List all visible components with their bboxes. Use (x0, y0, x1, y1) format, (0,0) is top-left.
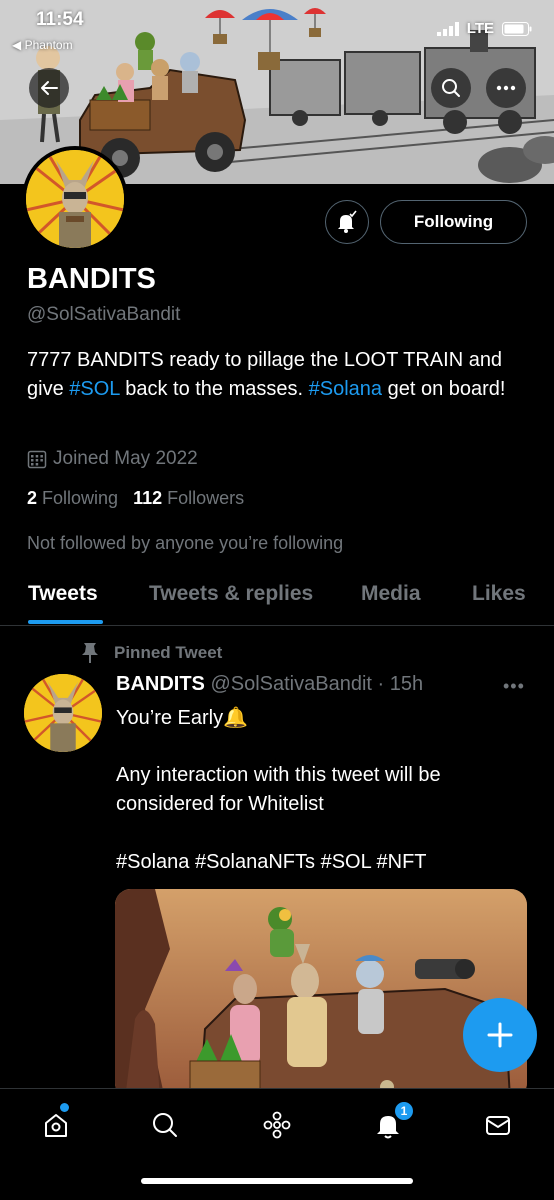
tweet-author-name[interactable]: BANDITS (116, 673, 205, 695)
status-time: 11:54 (36, 9, 84, 30)
calendar-icon (27, 450, 47, 469)
search-profile-button[interactable] (431, 68, 471, 108)
spaces-icon (263, 1111, 291, 1139)
profile-name: BANDITS (27, 263, 156, 295)
joined-date: Joined May 2022 (27, 448, 198, 470)
profile-handle: @SolSativaBandit (27, 304, 181, 325)
pinned-text: Pinned Tweet (114, 643, 223, 662)
profile-bio: 7777 BANDITS ready to pillage the LOOT T… (27, 346, 527, 404)
notification-count-badge: 1 (393, 1100, 415, 1122)
tab-tweets-and-replies[interactable]: Tweets & replies (149, 582, 313, 606)
back-button[interactable] (29, 68, 69, 108)
home-unread-dot (60, 1103, 69, 1112)
tweet-header: BANDITS @SolSativaBandit · 15h (116, 673, 423, 696)
bio-text: get on board! (382, 378, 506, 400)
following-label: Following (42, 488, 119, 508)
nav-spaces[interactable] (257, 1105, 297, 1145)
back-to-app-link[interactable]: ◀ Phantom (12, 38, 73, 52)
arrow-left-icon (41, 81, 58, 95)
tab-tweets[interactable]: Tweets (28, 582, 98, 606)
following-count: 2 (27, 488, 38, 508)
profile-tabs: Tweets Tweets & replies Media Likes (0, 570, 554, 626)
tab-media[interactable]: Media (361, 582, 421, 606)
compose-tweet-button[interactable] (463, 998, 537, 1072)
hashtag-link[interactable]: #Solana (309, 378, 382, 400)
tab-likes[interactable]: Likes (472, 582, 526, 606)
search-icon (153, 1113, 177, 1137)
tweet-text-line: You’re Early🔔 (116, 707, 249, 729)
more-dots-icon (496, 85, 516, 91)
joined-text: Joined May 2022 (53, 448, 198, 469)
nav-home[interactable] (36, 1105, 76, 1145)
notifications-toggle-button[interactable] (325, 200, 369, 244)
not-followed-notice: Not followed by anyone you’re following (27, 533, 344, 553)
tweet-media-image[interactable] (115, 889, 527, 1099)
home-indicator-bar (141, 1178, 413, 1184)
pin-icon (82, 643, 98, 663)
cellular-signal-icon (436, 21, 459, 36)
search-icon (442, 79, 460, 97)
bell-check-icon (338, 210, 357, 233)
followers-count-link[interactable]: 112 Followers (133, 488, 244, 508)
followers-count: 112 (133, 488, 163, 508)
tweet-timestamp: · 15h (377, 673, 424, 695)
status-indicators: LTE (436, 20, 532, 37)
following-button[interactable]: Following (380, 200, 527, 244)
tweet-text-line: considered for Whitelist (116, 793, 324, 815)
bandit-avatar-image (24, 674, 102, 752)
active-tab-indicator (28, 620, 103, 624)
followers-label: Followers (167, 488, 245, 508)
nav-messages[interactable] (478, 1105, 518, 1145)
plus-icon (487, 1022, 513, 1048)
network-type: LTE (466, 20, 494, 37)
more-options-button[interactable] (486, 68, 526, 108)
bio-text: back to the masses. (119, 378, 309, 400)
tweet-author-avatar[interactable] (24, 674, 102, 752)
tweet-text-line: Any interaction with this tweet will be (116, 764, 441, 786)
hashtag-link[interactable]: #SOL (69, 378, 119, 400)
tweet-hashtags[interactable]: #Solana #SolanaNFTs #SOL #NFT (116, 851, 427, 874)
tweet-more-icon[interactable]: ••• (503, 676, 525, 697)
mail-icon (486, 1116, 510, 1135)
bandit-avatar-image (26, 150, 124, 248)
nav-search[interactable] (145, 1105, 185, 1145)
follow-counts: 2 Following 112 Followers (27, 488, 244, 509)
home-icon (45, 1114, 67, 1137)
following-count-link[interactable]: 2 Following (27, 488, 118, 508)
profile-avatar[interactable] (22, 146, 128, 252)
pinned-tweet-label: Pinned Tweet (80, 642, 222, 664)
tweet-author-handle[interactable]: @SolSativaBandit (210, 673, 372, 695)
bandits-truck-image (115, 889, 527, 1099)
battery-icon (502, 21, 532, 36)
